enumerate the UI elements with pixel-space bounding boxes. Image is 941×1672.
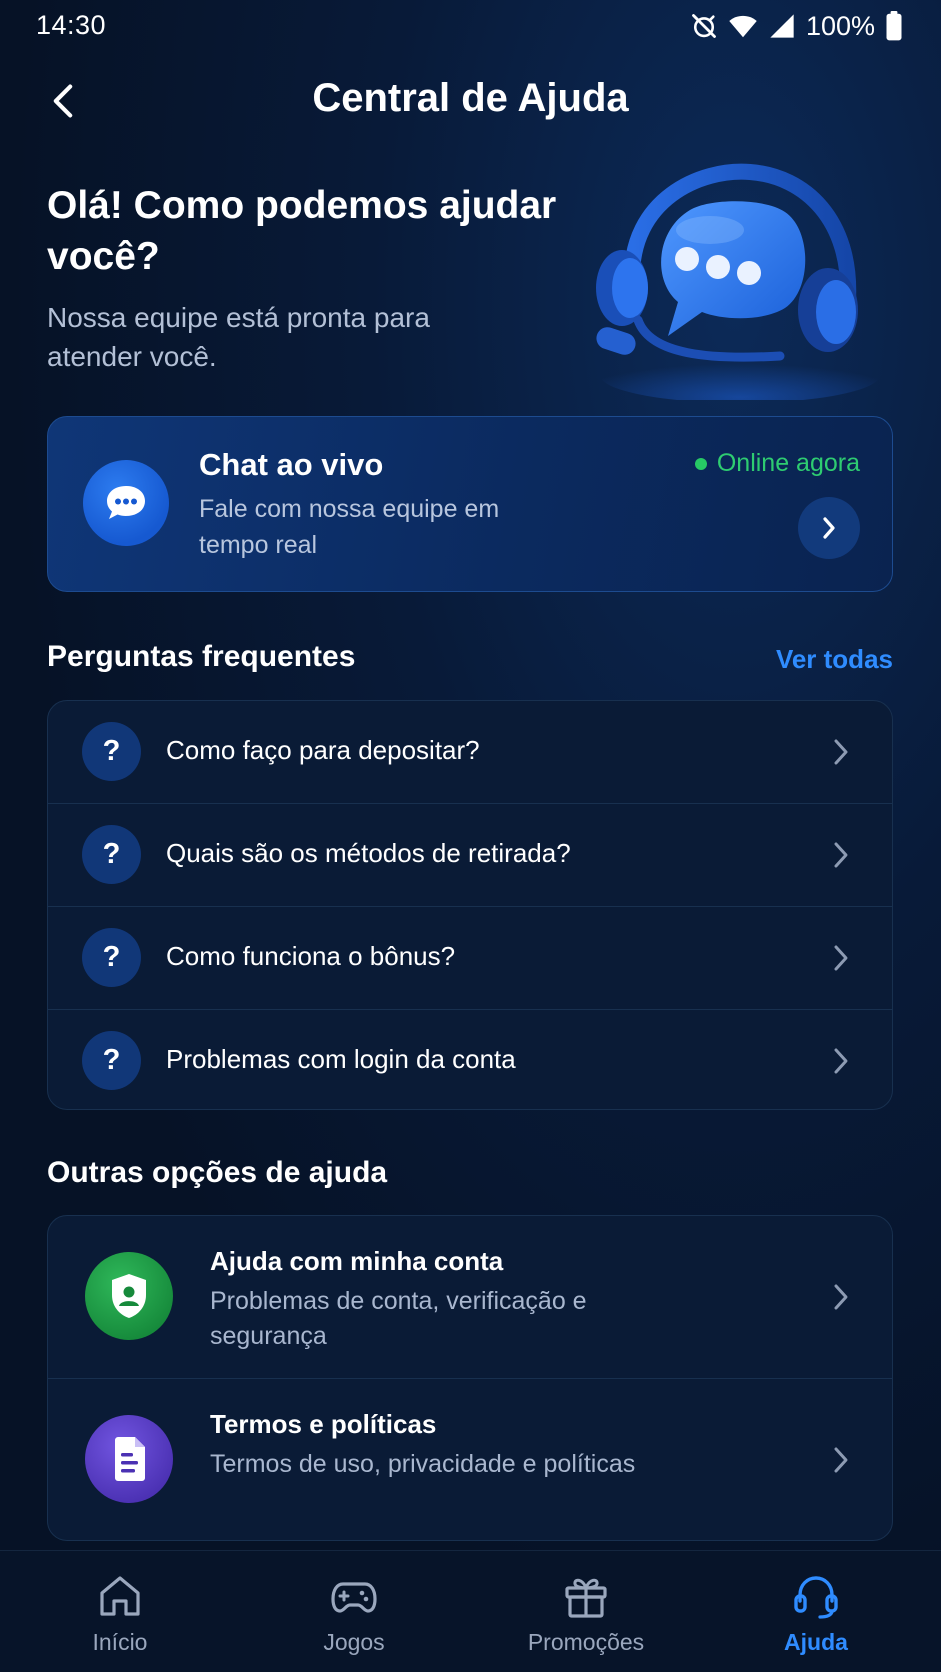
chat-bubble-icon <box>107 486 145 519</box>
terms-policies-item[interactable]: Termos e políticas Termos de uso, privac… <box>48 1379 892 1540</box>
account-help-item[interactable]: Ajuda com minha conta Problemas de conta… <box>48 1216 892 1379</box>
question-icon: ? <box>82 825 141 884</box>
help-center-screen: 14:30 100% Central de Ajuda Olá! Como po… <box>0 0 941 1672</box>
option-description: Termos de uso, privacidade e políticas <box>210 1450 636 1478</box>
nav-label: Início <box>92 1629 148 1655</box>
signal-icon <box>770 14 794 38</box>
nav-item-jogos[interactable]: Jogos <box>254 1567 454 1663</box>
battery-percentage: 100% <box>805 10 875 41</box>
chat-description: Fale com nossa equipe em tempo real <box>199 495 500 559</box>
option-title: Termos e políticas <box>210 1409 437 1439</box>
hero-title: Olá! Como podemos ajudar você? <box>47 184 557 278</box>
online-dot <box>694 457 707 470</box>
chevron-right-icon <box>834 1284 848 1310</box>
option-icon-circle <box>85 1252 173 1340</box>
chat-icon-circle <box>83 460 169 546</box>
status-bar: 14:30 100% <box>0 0 941 52</box>
chat-title: Chat ao vivo <box>199 447 384 482</box>
headset-chat-bubble-icon <box>596 163 880 400</box>
faq-list: ? Como faço para depositar? ? Quais são … <box>47 700 893 1110</box>
nav-item-ajuda[interactable]: Ajuda <box>716 1567 916 1663</box>
online-status: Online agora <box>694 449 860 478</box>
nav-item-inicio[interactable]: Início <box>20 1567 220 1663</box>
chevron-right-icon <box>834 945 848 971</box>
faq-item[interactable]: ? Como funciona o bônus? <box>48 907 892 1010</box>
chevron-right-icon <box>834 1447 848 1473</box>
battery-icon <box>886 11 902 41</box>
page-title: Central de Ajuda <box>312 76 629 120</box>
faq-label: Quais são os métodos de retirada? <box>166 838 571 868</box>
question-icon: ? <box>82 928 141 987</box>
option-description: Problemas de conta, verificação e segura… <box>210 1287 587 1350</box>
status-time: 14:30 <box>36 10 107 40</box>
document-icon <box>115 1437 145 1481</box>
alarm-off-icon <box>692 14 716 38</box>
shield-user-icon <box>112 1274 146 1318</box>
wifi-icon <box>729 15 757 38</box>
home-icon <box>100 1576 140 1616</box>
hero-subtitle: Nossa equipe está pronta para atender vo… <box>47 302 430 372</box>
option-title: Ajuda com minha conta <box>210 1246 504 1276</box>
nav-label: Ajuda <box>784 1629 848 1655</box>
headset-icon <box>794 1576 838 1619</box>
see-all-link[interactable]: Ver todas <box>776 644 893 675</box>
gamepad-icon <box>331 1582 377 1613</box>
other-options-list: Ajuda com minha conta Problemas de conta… <box>47 1215 893 1541</box>
header: Central de Ajuda <box>0 62 941 138</box>
nav-item-promocoes[interactable]: Promoções <box>486 1567 686 1663</box>
live-chat-card[interactable]: Chat ao vivo Fale com nossa equipe em te… <box>47 416 893 592</box>
chevron-right-icon <box>834 842 848 868</box>
bottom-nav: Início Jogos Promoções Ajuda <box>0 1550 941 1672</box>
status-icons: 100% <box>690 9 903 43</box>
chevron-right-icon <box>834 1048 848 1074</box>
faq-label: Problemas com login da conta <box>166 1044 516 1074</box>
faq-item[interactable]: ? Problemas com login da conta <box>48 1010 892 1109</box>
other-options-title: Outras opções de ajuda <box>47 1156 388 1189</box>
faq-label: Como funciona o bônus? <box>166 941 456 971</box>
chevron-right-icon <box>834 739 848 765</box>
faq-item[interactable]: ? Quais são os métodos de retirada? <box>48 804 892 907</box>
option-icon-circle <box>85 1415 173 1503</box>
question-icon: ? <box>82 722 141 781</box>
question-icon: ? <box>82 1031 141 1090</box>
gift-icon <box>565 1578 607 1618</box>
faq-item[interactable]: ? Como faço para depositar? <box>48 701 892 804</box>
nav-label: Promoções <box>527 1629 645 1655</box>
chevron-right-icon <box>823 517 835 539</box>
faq-label: Como faço para depositar? <box>166 735 480 765</box>
faq-section-title: Perguntas frequentes <box>47 640 356 673</box>
open-chat-button[interactable] <box>798 497 860 559</box>
online-status-label: Online agora <box>716 449 860 477</box>
nav-label: Jogos <box>323 1629 385 1655</box>
